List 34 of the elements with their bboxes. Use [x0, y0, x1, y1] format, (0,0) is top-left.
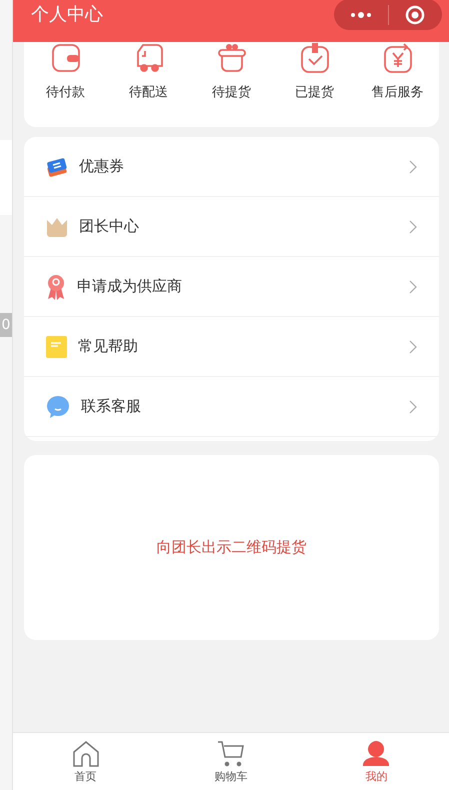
tab[interactable]: 我的 — [365, 768, 388, 784]
more-icon[interactable] — [350, 12, 372, 18]
pickup-prompt[interactable]: 向团长出示二维码提货 — [156, 538, 306, 557]
chevron-right-icon — [409, 220, 417, 234]
menu-item[interactable]: 常见帮助 — [78, 337, 398, 356]
note-icon — [46, 336, 67, 358]
wallet-icon — [50, 42, 82, 74]
menu-item[interactable]: 联系客服 — [81, 397, 398, 416]
chevron-right-icon — [409, 340, 417, 354]
home-icon — [72, 740, 100, 766]
count-badge: 0 — [0, 313, 12, 337]
tab[interactable]: 购物车 — [214, 768, 248, 784]
menu-item[interactable]: 申请成为供应商 — [77, 277, 398, 296]
yen-icon — [382, 42, 414, 74]
order-status-label[interactable]: 待配送 — [129, 83, 168, 101]
menu-item[interactable]: 优惠券 — [79, 157, 398, 176]
cart-icon — [216, 740, 245, 766]
chevron-right-icon — [409, 400, 417, 414]
order-status-label[interactable]: 售后服务 — [372, 83, 424, 101]
order-status-label[interactable]: 待付款 — [46, 83, 85, 101]
page-title: 个人中心 — [31, 3, 103, 27]
checkmark-icon — [298, 42, 330, 74]
chevron-right-icon — [409, 160, 417, 174]
order-status-label[interactable]: 已提货 — [295, 83, 334, 101]
crown-icon — [46, 216, 68, 236]
chevron-right-icon — [409, 280, 417, 294]
chat-bubble-icon — [46, 394, 70, 418]
gift-icon — [216, 42, 248, 74]
tab[interactable]: 首页 — [74, 768, 97, 784]
ticket-icon — [46, 156, 68, 178]
award-icon — [46, 274, 66, 300]
user-icon — [362, 740, 390, 766]
menu-item[interactable]: 团长中心 — [79, 217, 398, 236]
order-status-label[interactable]: 待提货 — [212, 83, 251, 101]
